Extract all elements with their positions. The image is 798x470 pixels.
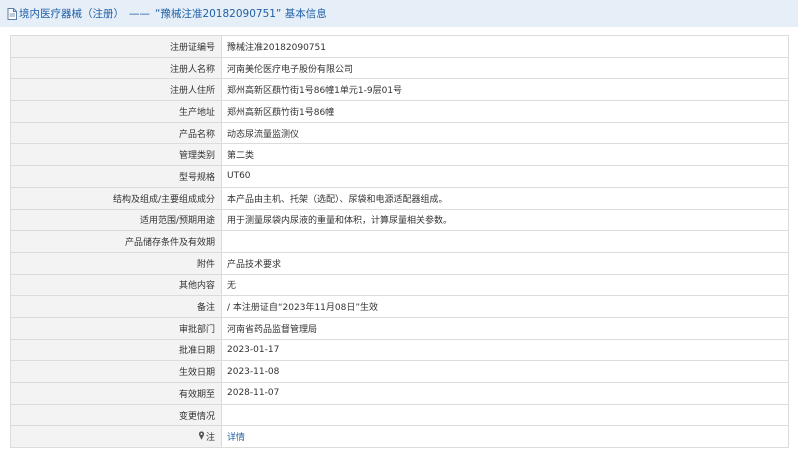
table-row: 注册证编号 豫械注准20182090751 bbox=[10, 35, 789, 58]
note-label-cell: 注 bbox=[10, 425, 222, 449]
table-row: 有效期至 2028-11-07 bbox=[10, 382, 789, 405]
row-label: 其他内容 bbox=[10, 273, 222, 297]
row-label: 注册人住所 bbox=[10, 78, 222, 102]
table-row: 型号规格 UT60 bbox=[10, 165, 789, 188]
row-label: 审批部门 bbox=[10, 316, 222, 340]
table-row: 附件 产品技术要求 bbox=[10, 251, 789, 275]
table-row: 审批部门 河南省药品监督管理局 bbox=[10, 316, 789, 340]
pin-icon bbox=[198, 431, 205, 443]
row-value: 动态尿流量监测仪 bbox=[221, 121, 789, 145]
row-label: 管理类别 bbox=[10, 143, 222, 167]
row-value: 产品技术要求 bbox=[221, 251, 789, 275]
document-icon bbox=[6, 7, 17, 20]
row-label: 型号规格 bbox=[10, 165, 222, 188]
table-row: 注册人住所 郑州高新区蕻竹街1号86幢1单元1-9层01号 bbox=[10, 78, 789, 102]
row-label: 批准日期 bbox=[10, 338, 222, 362]
row-label: 变更情况 bbox=[10, 403, 222, 427]
row-label: 产品名称 bbox=[10, 121, 222, 145]
row-value: 无 bbox=[221, 273, 789, 297]
table-row: 备注 / 本注册证自“2023年11月08日”生效 bbox=[10, 295, 789, 318]
row-value: / 本注册证自“2023年11月08日”生效 bbox=[221, 295, 789, 318]
row-value: 豫械注准20182090751 bbox=[221, 35, 789, 58]
table-row: 管理类别 第二类 bbox=[10, 143, 789, 167]
table-row: 变更情况 bbox=[10, 403, 789, 427]
breadcrumb-separator: —— bbox=[129, 7, 150, 20]
table-row: 结构及组成/主要组成成分 本产品由主机、托架（选配）、尿袋和电源适配器组成。 bbox=[10, 186, 789, 210]
table-row: 其他内容无 bbox=[10, 273, 789, 297]
row-value: 河南省药品监督管理局 bbox=[221, 316, 789, 340]
row-label: 附件 bbox=[10, 251, 222, 275]
page-title: “豫械注准20182090751” 基本信息 bbox=[155, 8, 327, 20]
row-label: 注册人名称 bbox=[10, 56, 222, 80]
row-value: 2023-01-17 bbox=[221, 338, 789, 362]
row-value: 河南美伦医疗电子股份有限公司 bbox=[221, 56, 789, 80]
table-row: 适用范围/预期用途 用于测量尿袋内尿液的重量和体积，计算尿量相关参数。 bbox=[10, 208, 789, 232]
row-value: 用于测量尿袋内尿液的重量和体积，计算尿量相关参数。 bbox=[221, 208, 789, 232]
detail-table-container: 注册证编号 豫械注准20182090751 注册人名称 河南美伦医疗电子股份有限公司… bbox=[10, 35, 789, 449]
table-row: 生产地址 郑州高新区蕻竹街1号86幢 bbox=[10, 100, 789, 123]
row-label: 产品储存条件及有效期 bbox=[10, 230, 222, 253]
table-row-note: 注 详情 bbox=[10, 425, 789, 449]
table-row: 批准日期 2023-01-17 bbox=[10, 338, 789, 362]
row-value bbox=[221, 230, 789, 253]
row-value: 2028-11-07 bbox=[221, 382, 789, 405]
row-value: UT60 bbox=[221, 165, 789, 188]
detail-table: 注册证编号 豫械注准20182090751 注册人名称 河南美伦医疗电子股份有限公司… bbox=[10, 35, 789, 449]
row-label: 结构及组成/主要组成成分 bbox=[10, 186, 222, 210]
row-label: 注册证编号 bbox=[10, 35, 222, 58]
row-label: 生产地址 bbox=[10, 100, 222, 123]
row-label: 有效期至 bbox=[10, 382, 222, 405]
row-label: 备注 bbox=[10, 295, 222, 318]
note-label: 注 bbox=[205, 432, 215, 443]
table-row: 生效日期 2023-11-08 bbox=[10, 360, 789, 383]
breadcrumb-category-link[interactable]: 境内医疗器械（注册） bbox=[19, 6, 124, 21]
row-value: 郑州高新区蕻竹街1号86幢1单元1-9层01号 bbox=[221, 78, 789, 102]
row-value: 郑州高新区蕻竹街1号86幢 bbox=[221, 100, 789, 123]
row-value: 本产品由主机、托架（选配）、尿袋和电源适配器组成。 bbox=[221, 186, 789, 210]
note-value-cell: 详情 bbox=[221, 425, 789, 449]
row-value bbox=[221, 403, 789, 427]
row-value: 第二类 bbox=[221, 143, 789, 167]
table-row: 产品名称 动态尿流量监测仪 bbox=[10, 121, 789, 145]
row-value: 2023-11-08 bbox=[221, 360, 789, 383]
table-row: 产品储存条件及有效期 bbox=[10, 230, 789, 253]
table-row: 注册人名称 河南美伦医疗电子股份有限公司 bbox=[10, 56, 789, 80]
page-header: 境内医疗器械（注册） —— “豫械注准20182090751” 基本信息 bbox=[0, 0, 798, 27]
row-label: 适用范围/预期用途 bbox=[10, 208, 222, 232]
row-label: 生效日期 bbox=[10, 360, 222, 383]
details-link[interactable]: 详情 bbox=[227, 433, 245, 443]
